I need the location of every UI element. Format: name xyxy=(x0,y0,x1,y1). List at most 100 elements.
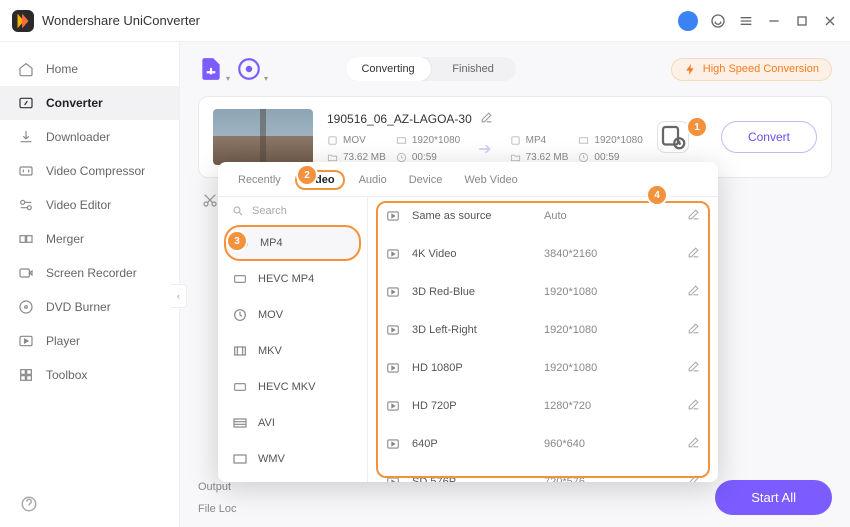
edit-preset-icon[interactable] xyxy=(687,398,700,414)
trim-icon[interactable] xyxy=(202,192,218,208)
dvd-icon xyxy=(18,299,34,315)
support-icon[interactable] xyxy=(710,13,726,29)
toolbox-icon xyxy=(18,367,34,383)
sidebar-item-downloader[interactable]: Downloader xyxy=(0,120,179,154)
home-icon xyxy=(18,61,34,77)
sidebar-item-label: Home xyxy=(46,62,78,76)
panel-tab-audio[interactable]: Audio xyxy=(359,172,387,188)
play-icon xyxy=(386,285,400,299)
sidebar-item-label: DVD Burner xyxy=(46,300,111,314)
downloader-icon xyxy=(18,129,34,145)
sidebar-item-home[interactable]: Home xyxy=(0,52,179,86)
resolution-item[interactable]: 640P960*640 xyxy=(368,425,718,463)
titlebar: Wondershare UniConverter xyxy=(0,0,850,42)
sidebar-item-label: Converter xyxy=(46,96,103,110)
format-item-wmv[interactable]: WMV xyxy=(218,441,367,477)
format-item-mov[interactable]: MOV xyxy=(218,297,367,333)
high-speed-button[interactable]: High Speed Conversion xyxy=(671,58,832,81)
sidebar-item-compressor[interactable]: Video Compressor xyxy=(0,154,179,188)
help-icon[interactable] xyxy=(20,495,38,513)
edit-preset-icon[interactable] xyxy=(687,474,700,482)
resolution-name: 3D Red-Blue xyxy=(412,286,532,298)
resolution-dim: 960*640 xyxy=(544,438,675,450)
resolution-item[interactable]: Same as sourceAuto xyxy=(368,197,718,235)
resolution-icon xyxy=(578,135,589,146)
sidebar-item-converter[interactable]: Converter xyxy=(0,86,179,120)
converter-icon xyxy=(18,95,34,111)
format-item-mkv[interactable]: MKV xyxy=(218,333,367,369)
callout-4: 4 xyxy=(648,186,666,204)
resolution-name: SD 576P xyxy=(412,476,532,482)
add-file-button[interactable]: ▾ xyxy=(198,56,224,82)
callout-1: 1 xyxy=(688,118,706,136)
resolution-dim: Auto xyxy=(544,210,675,222)
resolution-item[interactable]: 4K Video3840*2160 xyxy=(368,235,718,273)
callout-3: 3 xyxy=(228,232,246,250)
dst-res: 1920*1080 xyxy=(594,135,642,146)
output-settings-button[interactable] xyxy=(657,121,689,153)
user-avatar[interactable] xyxy=(678,11,698,31)
toolbar: ▾ ▾ Converting Finished High Speed Conve… xyxy=(198,56,832,82)
format-item-hevcmkv[interactable]: HEVC MKV xyxy=(218,369,367,405)
player-icon xyxy=(18,333,34,349)
sidebar-item-toolbox[interactable]: Toolbox xyxy=(0,358,179,392)
merger-icon xyxy=(18,231,34,247)
edit-preset-icon[interactable] xyxy=(687,360,700,376)
resolution-item[interactable]: HD 720P1280*720 xyxy=(368,387,718,425)
sidebar-item-label: Screen Recorder xyxy=(46,266,137,280)
sidebar-item-recorder[interactable]: Screen Recorder xyxy=(0,256,179,290)
panel-tab-recently[interactable]: Recently xyxy=(238,172,281,188)
resolution-name: 4K Video xyxy=(412,248,532,260)
resolution-item[interactable]: 3D Left-Right1920*1080 xyxy=(368,311,718,349)
minimize-button[interactable] xyxy=(766,13,782,29)
resolution-item[interactable]: SD 576P 720*576 xyxy=(368,463,718,482)
film-icon xyxy=(232,343,248,359)
resolution-name: 3D Left-Right xyxy=(412,324,532,336)
hevc-icon xyxy=(232,271,248,287)
resolution-dim: 720*576 xyxy=(544,476,675,482)
format-item-avi[interactable]: AVI xyxy=(218,405,367,441)
sidebar-item-dvd[interactable]: DVD Burner xyxy=(0,290,179,324)
edit-preset-icon[interactable] xyxy=(687,436,700,452)
search-placeholder: Search xyxy=(252,205,287,217)
add-dvd-button[interactable]: ▾ xyxy=(236,56,262,82)
resolution-icon xyxy=(396,135,407,146)
resolution-dim: 1920*1080 xyxy=(544,362,675,374)
format-icon xyxy=(327,135,338,146)
callout-2: 2 xyxy=(298,166,316,184)
panel-tab-webvideo[interactable]: Web Video xyxy=(464,172,517,188)
sidebar-item-merger[interactable]: Merger xyxy=(0,222,179,256)
tab-converting[interactable]: Converting xyxy=(346,57,431,81)
maximize-button[interactable] xyxy=(794,13,810,29)
hevc-icon xyxy=(232,379,248,395)
edit-preset-icon[interactable] xyxy=(687,322,700,338)
close-button[interactable] xyxy=(822,13,838,29)
convert-button[interactable]: Convert xyxy=(721,121,817,153)
menu-icon[interactable] xyxy=(738,13,754,29)
edit-preset-icon[interactable] xyxy=(687,208,700,224)
status-tabs: Converting Finished xyxy=(346,57,516,81)
edit-preset-icon[interactable] xyxy=(687,284,700,300)
format-label: HEVC MKV xyxy=(258,381,315,393)
app-logo xyxy=(12,10,34,32)
tab-finished[interactable]: Finished xyxy=(431,57,516,81)
resolution-item[interactable]: 3D Red-Blue1920*1080 xyxy=(368,273,718,311)
sidebar-item-label: Merger xyxy=(46,232,84,246)
edit-preset-icon[interactable] xyxy=(687,246,700,262)
sidebar: Home Converter Downloader Video Compress… xyxy=(0,42,180,527)
resolution-item[interactable]: HD 1080P1920*1080 xyxy=(368,349,718,387)
format-label: WMV xyxy=(258,453,285,465)
rename-icon[interactable] xyxy=(480,111,493,127)
format-tabs: Recently Video Audio Device Web Video xyxy=(218,162,718,197)
play-icon xyxy=(386,399,400,413)
format-label: MOV xyxy=(258,309,283,321)
video-thumbnail[interactable] xyxy=(213,109,313,165)
bottom-bar: Output File Loc Start All xyxy=(198,480,832,515)
format-search[interactable]: Search xyxy=(218,197,367,225)
play-icon xyxy=(386,247,400,261)
format-item-hevcmp4[interactable]: HEVC MP4 xyxy=(218,261,367,297)
sidebar-item-player[interactable]: Player xyxy=(0,324,179,358)
start-all-button[interactable]: Start All xyxy=(715,480,832,515)
sidebar-item-editor[interactable]: Video Editor xyxy=(0,188,179,222)
panel-tab-device[interactable]: Device xyxy=(409,172,443,188)
